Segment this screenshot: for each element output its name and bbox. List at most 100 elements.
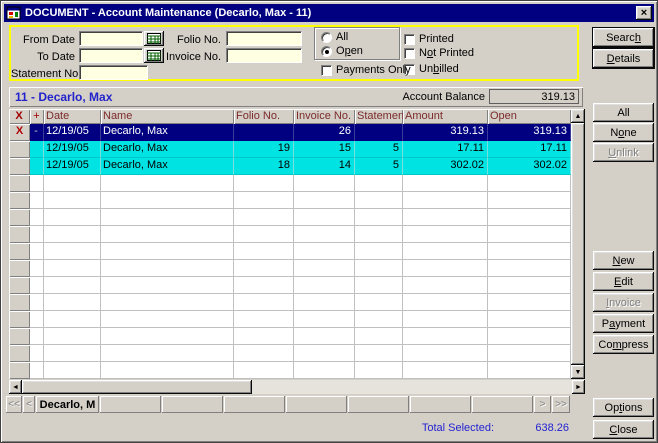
grid-row[interactable]: 12/19/05 Decarlo, Max 18 14 5 302.02 302…: [9, 158, 571, 175]
empty-grid-row[interactable]: [9, 311, 571, 328]
unbilled-checkbox-label: Unbilled: [419, 63, 459, 75]
none-button[interactable]: None: [593, 123, 654, 142]
total-selected-label: Total Selected:: [422, 422, 494, 434]
all-button[interactable]: All: [593, 103, 654, 122]
unbilled-checkbox[interactable]: Unbilled: [404, 63, 459, 75]
checkbox-icon: [404, 48, 415, 59]
header-date[interactable]: Date: [44, 109, 101, 124]
radio-icon: [321, 46, 332, 57]
to-date-input[interactable]: [79, 48, 143, 63]
pager-first-button[interactable]: <<: [6, 396, 22, 413]
header-open[interactable]: Open: [488, 109, 571, 124]
checkbox-icon: [404, 34, 415, 45]
close-icon[interactable]: ×: [636, 6, 652, 20]
printed-checkbox-label: Printed: [419, 33, 454, 45]
to-date-label: To Date: [11, 51, 75, 63]
payments-only-checkbox[interactable]: Payments Only: [321, 64, 411, 76]
row-select-cell[interactable]: [9, 141, 30, 158]
details-button[interactable]: Details: [593, 49, 654, 68]
compress-button[interactable]: Compress: [593, 335, 654, 354]
scroll-up-icon[interactable]: ▲: [571, 109, 585, 123]
scroll-down-icon[interactable]: ▼: [571, 365, 585, 379]
grid-row[interactable]: 12/19/05 Decarlo, Max 19 15 5 17.11 17.1…: [9, 141, 571, 158]
unlink-button: Unlink: [593, 143, 654, 162]
titlebar: DOCUMENT - Account Maintenance (Decarlo,…: [4, 4, 654, 22]
checkbox-icon: [321, 65, 332, 76]
row-unselect-cell[interactable]: X: [9, 124, 30, 141]
scroll-right-icon[interactable]: ►: [572, 380, 585, 394]
empty-account-tab[interactable]: [286, 396, 347, 413]
window-title: DOCUMENT - Account Maintenance (Decarlo,…: [25, 7, 636, 19]
filter-panel: From Date Folio No. To Date Invoice No. …: [9, 25, 579, 81]
empty-account-tab[interactable]: [410, 396, 471, 413]
app-icon: [6, 6, 22, 20]
pager-prev-button[interactable]: <: [23, 396, 35, 413]
header-folio-no[interactable]: Folio No.: [234, 109, 294, 124]
horizontal-scroll-thumb[interactable]: [22, 380, 252, 394]
account-title: 11 - Decarlo, Max: [15, 90, 112, 104]
all-radio[interactable]: All: [321, 31, 348, 43]
account-bar: 11 - Decarlo, Max Account Balance 319.13: [9, 87, 583, 107]
grid-horizontal-scrollbar[interactable]: ◄ ►: [9, 380, 585, 394]
payment-button[interactable]: Payment: [593, 314, 654, 333]
new-button[interactable]: New: [593, 251, 654, 270]
empty-grid-row[interactable]: [9, 362, 571, 379]
scope-radio-group: All Open: [314, 27, 400, 60]
from-date-label: From Date: [11, 34, 75, 46]
open-radio-label: Open: [336, 45, 363, 57]
invoice-no-label: Invoice No.: [151, 51, 221, 63]
header-invoice-no[interactable]: Invoice No.: [294, 109, 355, 124]
header-amount[interactable]: Amount: [403, 109, 488, 124]
empty-grid-row[interactable]: [9, 328, 571, 345]
empty-account-tab[interactable]: [348, 396, 409, 413]
empty-grid-row[interactable]: [9, 243, 571, 260]
empty-grid-row[interactable]: [9, 260, 571, 277]
empty-grid-row[interactable]: [9, 345, 571, 362]
empty-account-tab[interactable]: [162, 396, 223, 413]
search-button[interactable]: Search: [593, 28, 654, 47]
all-radio-label: All: [336, 31, 348, 43]
empty-grid-row[interactable]: [9, 277, 571, 294]
empty-account-tab[interactable]: [100, 396, 161, 413]
close-button[interactable]: Close: [593, 420, 654, 439]
account-balance-value: 319.13: [489, 89, 579, 104]
empty-grid-row[interactable]: [9, 175, 571, 192]
header-x[interactable]: X: [9, 109, 30, 124]
empty-account-tab[interactable]: [224, 396, 285, 413]
document-account-maintenance-window: DOCUMENT - Account Maintenance (Decarlo,…: [0, 0, 658, 443]
grid-row-selected[interactable]: X - 12/19/05 Decarlo, Max 26 319.13 319.…: [9, 124, 571, 141]
header-name[interactable]: Name: [101, 109, 234, 124]
empty-grid-row[interactable]: [9, 294, 571, 311]
not-printed-checkbox[interactable]: Not Printed: [404, 47, 474, 59]
scroll-left-icon[interactable]: ◄: [9, 380, 22, 394]
folio-no-input[interactable]: [226, 31, 302, 46]
payments-only-checkbox-label: Payments Only: [336, 64, 411, 76]
not-printed-checkbox-label: Not Printed: [419, 47, 474, 59]
account-tab-strip: << < Decarlo, M > >>: [6, 396, 570, 413]
row-select-cell[interactable]: [9, 158, 30, 175]
pager-last-button[interactable]: >>: [552, 396, 570, 413]
invoice-no-input[interactable]: [226, 48, 302, 63]
total-selected-value: 638.26: [535, 422, 569, 434]
folio-no-label: Folio No.: [151, 34, 221, 46]
invoice-button: Invoice: [593, 293, 654, 312]
grid-vertical-scrollbar[interactable]: ▲ ▼: [571, 109, 585, 379]
printed-checkbox[interactable]: Printed: [404, 33, 454, 45]
empty-account-tab[interactable]: [472, 396, 533, 413]
open-radio[interactable]: Open: [321, 45, 363, 57]
edit-button[interactable]: Edit: [593, 272, 654, 291]
from-date-input[interactable]: [79, 31, 143, 46]
empty-grid-row[interactable]: [9, 226, 571, 243]
empty-grid-row[interactable]: [9, 209, 571, 226]
empty-grid-row[interactable]: [9, 192, 571, 209]
vertical-scroll-thumb[interactable]: [571, 123, 585, 365]
statement-no-input[interactable]: [79, 65, 148, 80]
pager-next-button[interactable]: >: [534, 396, 551, 413]
header-statement[interactable]: Statement: [355, 109, 403, 124]
grid-header-row: X + Date Name Folio No. Invoice No. Stat…: [9, 109, 571, 124]
header-plus[interactable]: +: [30, 109, 44, 124]
options-button[interactable]: Options: [593, 398, 654, 417]
tab-decarlo-m[interactable]: Decarlo, M: [36, 396, 99, 413]
statement-no-label: Statement No.: [11, 68, 75, 80]
radio-icon: [321, 32, 332, 43]
